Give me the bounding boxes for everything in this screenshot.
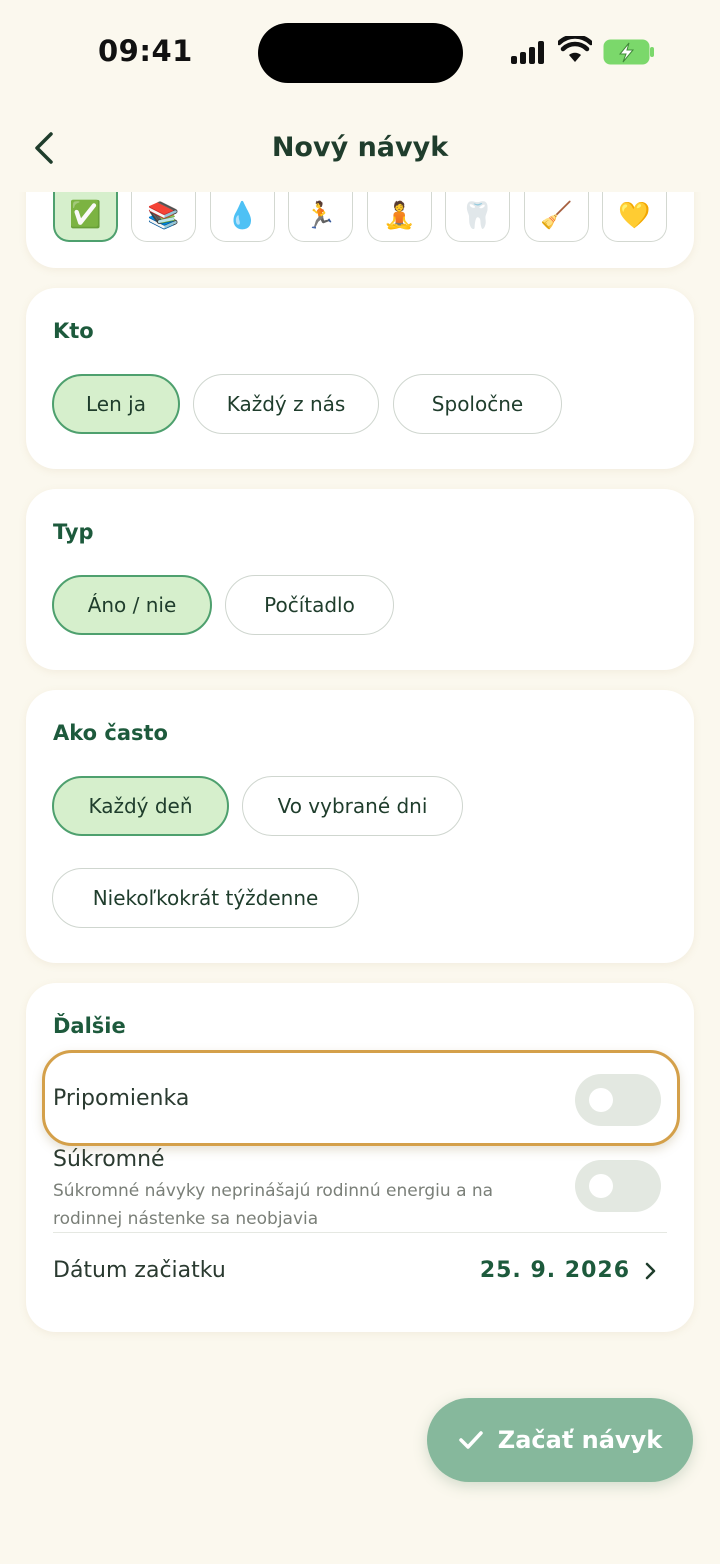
dynamic-island <box>258 23 463 83</box>
who-option-each-of-us[interactable]: Každý z nás <box>193 374 379 434</box>
toggle-knob <box>589 1088 613 1112</box>
emoji-option-droplet[interactable]: 💧 <box>210 190 275 242</box>
page-title: Nový návyk <box>271 132 449 163</box>
start-date-value[interactable]: 25. 9. 2026 <box>480 1258 630 1283</box>
emoji-glyph: ✅ <box>69 200 102 230</box>
more-card: Ďalšie Súkromné Súkromné návyky neprináš… <box>26 983 694 1332</box>
emoji-option-check[interactable]: ✅ <box>53 190 118 242</box>
toggle-knob <box>589 1174 613 1198</box>
start-date-label: Dátum začiatku <box>53 1258 226 1283</box>
frequency-option-several-times-weekly[interactable]: Niekoľkokrát týždenne <box>52 868 359 928</box>
reminder-label: Pripomienka <box>53 1086 190 1111</box>
emoji-picker-row: ✅ 📚 💧 🏃 🧘 🦷 🧹 💛 <box>53 190 693 242</box>
emoji-option-books[interactable]: 📚 <box>131 190 196 242</box>
chevron-right-icon[interactable] <box>644 1261 658 1281</box>
cellular-signal-icon <box>511 40 547 64</box>
divider <box>53 1232 667 1233</box>
type-option-counter[interactable]: Počítadlo <box>225 575 394 635</box>
emoji-glyph: 💧 <box>226 200 259 231</box>
type-label: Typ <box>53 520 94 544</box>
emoji-glyph: 📚 <box>147 200 180 231</box>
checkmark-icon <box>459 1431 483 1449</box>
emoji-glyph: 🧹 <box>540 200 573 231</box>
emoji-option-tooth[interactable]: 🦷 <box>445 190 510 242</box>
frequency-card: Ako často Každý deň Vo vybrané dni Nieko… <box>26 690 694 963</box>
who-label: Kto <box>53 319 94 343</box>
who-option-together[interactable]: Spoločne <box>393 374 562 434</box>
emoji-glyph: 🏃 <box>304 200 337 231</box>
private-label: Súkromné <box>53 1147 165 1172</box>
wifi-icon <box>558 36 592 62</box>
private-toggle[interactable] <box>575 1160 661 1212</box>
who-option-only-me[interactable]: Len ja <box>52 374 180 434</box>
emoji-glyph: 🧘 <box>383 200 416 231</box>
status-bar: 09:41 <box>0 0 720 104</box>
frequency-label: Ako často <box>53 721 168 745</box>
emoji-option-broom[interactable]: 🧹 <box>524 190 589 242</box>
battery-charging-icon <box>603 39 654 65</box>
status-time: 09:41 <box>98 34 193 68</box>
emoji-option-meditation[interactable]: 🧘 <box>367 190 432 242</box>
emoji-glyph: 💛 <box>618 200 651 231</box>
who-card: Kto Len ja Každý z nás Spoločne <box>26 288 694 469</box>
reminder-toggle[interactable] <box>575 1074 661 1126</box>
private-description: Súkromné návyky neprinášajú rodinnú ener… <box>53 1181 494 1229</box>
navigation-bar: Nový návyk <box>0 104 720 192</box>
start-habit-button[interactable]: Začať návyk <box>427 1398 693 1482</box>
emoji-option-runner[interactable]: 🏃 <box>288 190 353 242</box>
emoji-glyph: 🦷 <box>461 200 494 231</box>
start-habit-label: Začať návyk <box>497 1426 663 1454</box>
type-option-yes-no[interactable]: Áno / nie <box>52 575 212 635</box>
more-label: Ďalšie <box>53 1014 126 1038</box>
frequency-option-every-day[interactable]: Každý deň <box>52 776 229 836</box>
screen: 09:41 Nový návyk ✅ 📚 💧 🏃 🧘 🦷 🧹 💛 Kto Len… <box>0 0 720 1564</box>
emoji-option-heart[interactable]: 💛 <box>602 190 667 242</box>
frequency-option-selected-days[interactable]: Vo vybrané dni <box>242 776 463 836</box>
type-card: Typ Áno / nie Počítadlo <box>26 489 694 670</box>
